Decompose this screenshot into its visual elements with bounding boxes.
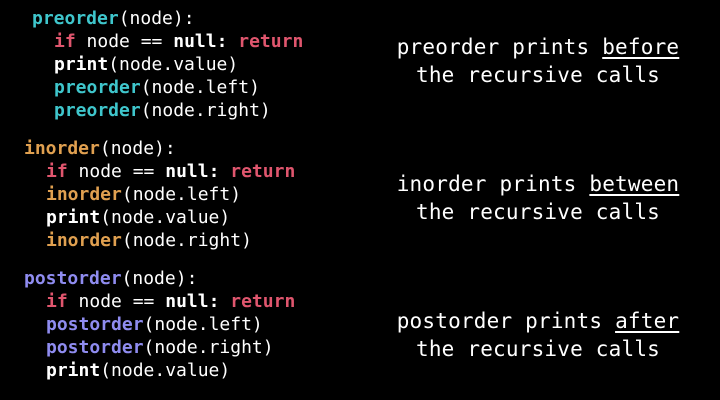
recursive-call-name: postorder	[46, 314, 144, 335]
condition-text: node ==	[75, 31, 174, 52]
recursive-call-name: inorder	[46, 184, 122, 205]
postorder-null-check-line: if node == null: return	[24, 290, 295, 313]
inorder-function-name: inorder	[24, 138, 100, 159]
inorder-caption: inorder prints between the recursive cal…	[358, 170, 718, 226]
inorder-header-args: (node):	[99, 138, 176, 159]
postorder-right-call-line: postorder(node.right)	[24, 336, 295, 359]
inorder-caption-line-1: inorder prints between	[358, 170, 718, 198]
null-keyword: null:	[165, 291, 220, 312]
preorder-print-line: print(node.value)	[32, 53, 303, 76]
preorder-null-check-line: if node == null: return	[32, 30, 303, 53]
postorder-caption: postorder prints after the recursive cal…	[358, 307, 718, 363]
caption-emphasis: between	[589, 172, 680, 196]
left-call-args: (node.left)	[140, 77, 260, 98]
right-call-args: (node.right)	[143, 337, 274, 358]
recursive-call-name: postorder	[46, 337, 144, 358]
preorder-right-call-line: preorder(node.right)	[32, 99, 303, 122]
return-keyword: return	[219, 161, 296, 182]
print-function: print	[54, 54, 109, 75]
recursive-call-name: inorder	[46, 230, 122, 251]
print-args: (node.value)	[108, 54, 239, 75]
right-call-args: (node.right)	[140, 100, 271, 121]
inorder-header-line: inorder(node):	[24, 137, 295, 160]
condition-text: node ==	[67, 291, 166, 312]
inorder-null-check-line: if node == null: return	[24, 160, 295, 183]
recursive-call-name: preorder	[54, 100, 141, 121]
postorder-print-line: print(node.value)	[24, 359, 295, 382]
caption-text: postorder prints	[396, 309, 616, 333]
return-keyword: return	[219, 291, 296, 312]
preorder-left-call-line: preorder(node.left)	[32, 76, 303, 99]
caption-text: inorder prints	[396, 172, 590, 196]
postorder-code-block: postorder(node): if node == null: return…	[24, 267, 295, 382]
postorder-caption-line-2: the recursive calls	[415, 337, 661, 361]
null-keyword: null:	[173, 31, 228, 52]
print-function: print	[46, 360, 101, 381]
inorder-left-call-line: inorder(node.left)	[24, 183, 295, 206]
print-args: (node.value)	[100, 360, 231, 381]
preorder-header-args: (node):	[118, 8, 195, 29]
right-call-args: (node.right)	[121, 230, 252, 251]
preorder-code-block: preorder(node): if node == null: return …	[32, 7, 303, 122]
postorder-left-call-line: postorder(node.left)	[24, 313, 295, 336]
left-call-args: (node.left)	[143, 314, 263, 335]
condition-text: node ==	[67, 161, 166, 182]
preorder-caption-line-2: the recursive calls	[415, 63, 661, 87]
postorder-caption-line-1: postorder prints after	[358, 307, 718, 335]
left-call-args: (node.left)	[121, 184, 242, 205]
caption-text: preorder prints	[396, 35, 603, 59]
recursive-call-name: preorder	[54, 77, 141, 98]
postorder-header-line: postorder(node):	[24, 267, 295, 290]
caption-emphasis: before	[602, 35, 680, 59]
if-keyword: if	[46, 291, 68, 312]
caption-emphasis: after	[615, 309, 680, 333]
null-keyword: null:	[165, 161, 220, 182]
print-function: print	[46, 207, 101, 228]
postorder-header-args: (node):	[121, 268, 198, 289]
print-args: (node.value)	[100, 207, 231, 228]
if-keyword: if	[46, 161, 68, 182]
inorder-caption-line-2: the recursive calls	[415, 200, 661, 224]
preorder-header-line: preorder(node):	[32, 7, 303, 30]
return-keyword: return	[227, 31, 304, 52]
if-keyword: if	[54, 31, 76, 52]
preorder-caption-line-1: preorder prints before	[358, 33, 718, 61]
inorder-code-block: inorder(node): if node == null: return i…	[24, 137, 295, 252]
inorder-right-call-line: inorder(node.right)	[24, 229, 295, 252]
inorder-print-line: print(node.value)	[24, 206, 295, 229]
preorder-caption: preorder prints before the recursive cal…	[358, 33, 718, 89]
postorder-function-name: postorder	[24, 268, 122, 289]
preorder-function-name: preorder	[32, 8, 119, 29]
